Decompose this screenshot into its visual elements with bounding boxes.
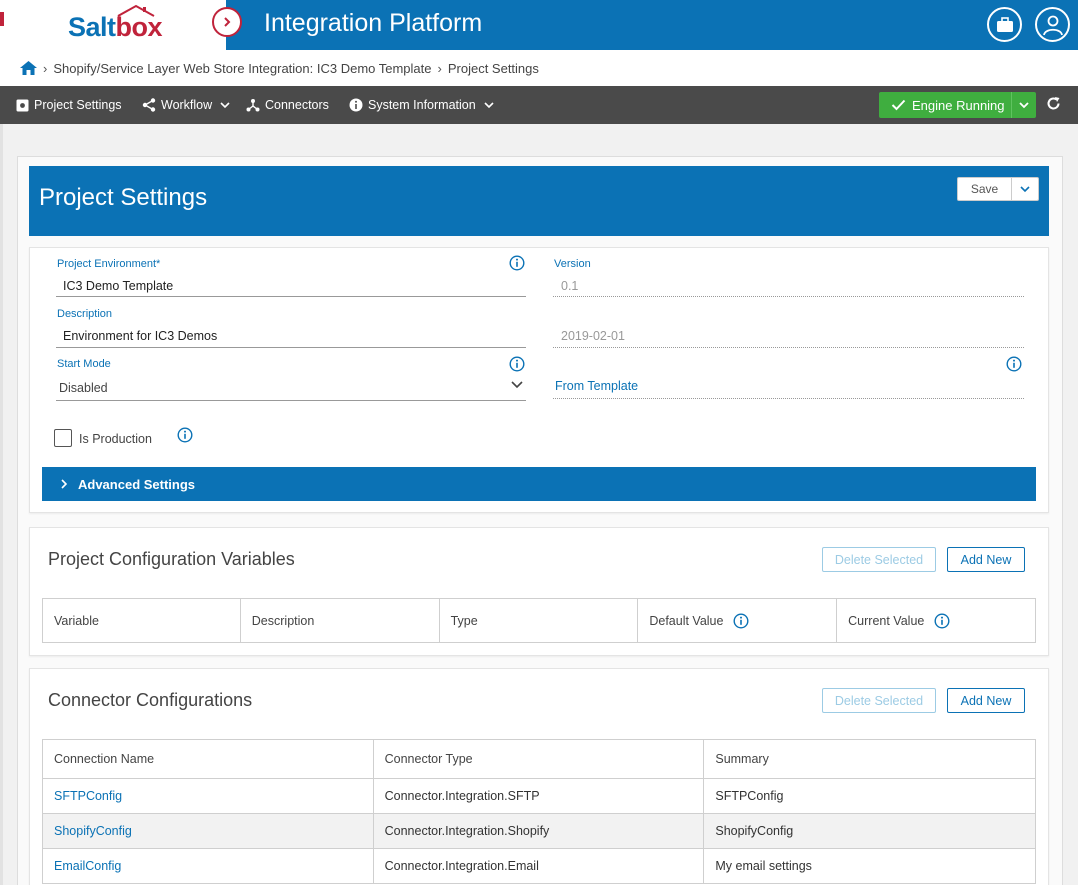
connector-type-cell: Connector.Integration.Email: [372, 848, 705, 884]
config-variables-table: Variable Description Type Default Value …: [42, 598, 1036, 643]
delete-selected-connectors-button[interactable]: Delete Selected: [822, 688, 936, 713]
toolbar-connectors[interactable]: Connectors: [246, 86, 329, 124]
from-template-link[interactable]: From Template: [555, 379, 638, 393]
app-title: Integration Platform: [264, 9, 483, 37]
briefcase-icon: [996, 16, 1013, 32]
column-header-connector-type[interactable]: Connector Type: [372, 739, 705, 779]
sidebar-expand-button[interactable]: [212, 7, 242, 37]
description-field[interactable]: Environment for IC3 Demos: [63, 329, 217, 343]
start-mode-select[interactable]: Disabled: [59, 381, 108, 395]
connector-type-cell: Connector.Integration.Shopify: [372, 813, 705, 849]
info-icon[interactable]: [733, 612, 749, 629]
is-production-checkbox[interactable]: [54, 429, 72, 447]
chevron-down-icon: [484, 102, 494, 109]
description-label: Description: [57, 308, 113, 320]
logo-strip: [0, 12, 4, 26]
project-settings-header: Project Settings Save: [29, 166, 1049, 236]
toolbar-workflow[interactable]: Workflow: [142, 86, 230, 124]
connection-name-cell[interactable]: SFTPConfig: [42, 778, 374, 814]
breadcrumb-separator: ›: [437, 60, 442, 76]
column-header-default-value[interactable]: Default Value: [637, 598, 838, 643]
briefcase-button[interactable]: [987, 7, 1022, 42]
connection-name-cell[interactable]: EmailConfig: [42, 848, 374, 884]
save-button[interactable]: Save: [957, 177, 1012, 201]
connector-configs-table: Connection Name Connector Type Summary S…: [42, 739, 1036, 884]
chevron-down-icon: [220, 102, 230, 109]
page-left-edge: [0, 124, 3, 885]
connectors-icon: [246, 99, 260, 112]
toolbar-project-settings[interactable]: Project Settings: [16, 86, 122, 124]
delete-selected-variables-button[interactable]: Delete Selected: [822, 547, 936, 572]
info-icon[interactable]: [1006, 356, 1022, 372]
table-header-row: Connection Name Connector Type Summary: [42, 739, 1036, 779]
connector-configs-title: Connector Configurations: [48, 690, 253, 710]
breadcrumb-item-project[interactable]: Shopify/Service Layer Web Store Integrat…: [53, 61, 431, 76]
engine-status-main[interactable]: Engine Running: [879, 92, 1011, 118]
version-underline: [553, 296, 1024, 297]
table-row[interactable]: EmailConfig Connector.Integration.Email …: [42, 848, 1036, 884]
table-header-row: Variable Description Type Default Value …: [42, 598, 1036, 643]
summary-cell: SFTPConfig: [703, 778, 1036, 814]
refresh-icon[interactable]: [1046, 96, 1061, 111]
summary-cell: My email settings: [703, 848, 1036, 884]
engine-status-button[interactable]: Engine Running: [879, 92, 1036, 118]
table-row[interactable]: SFTPConfig Connector.Integration.SFTP SF…: [42, 778, 1036, 814]
connection-name-cell[interactable]: ShopifyConfig: [42, 813, 374, 849]
environment-label: Project Environment*: [57, 258, 161, 270]
start-mode-label: Start Mode: [57, 358, 111, 370]
chevron-right-icon: [61, 479, 68, 489]
start-mode-underline: [56, 400, 526, 401]
table-row[interactable]: ShopifyConfig Connector.Integration.Shop…: [42, 813, 1036, 849]
chevron-down-icon: [1019, 102, 1029, 109]
add-new-variable-button[interactable]: Add New: [947, 547, 1025, 572]
chevron-right-icon: [224, 17, 231, 27]
environment-field[interactable]: IC3 Demo Template: [63, 279, 173, 293]
info-icon[interactable]: [509, 255, 525, 271]
breadcrumb-separator: ›: [43, 60, 48, 76]
breadcrumb: › Shopify/Service Layer Web Store Integr…: [0, 50, 1078, 86]
version-field: 0.1: [561, 279, 579, 293]
share-icon: [142, 98, 156, 112]
check-icon: [891, 99, 906, 111]
user-button[interactable]: [1035, 7, 1070, 42]
info-icon[interactable]: [509, 356, 525, 372]
info-icon[interactable]: [934, 612, 950, 629]
engine-status-dropdown[interactable]: [1011, 92, 1036, 118]
logo: Saltbox: [68, 12, 163, 42]
column-header-description[interactable]: Description: [239, 598, 440, 643]
environment-underline: [56, 296, 526, 297]
date-underline: [553, 347, 1024, 348]
info-icon[interactable]: [177, 427, 193, 443]
config-variables-title: Project Configuration Variables: [48, 549, 295, 569]
add-new-connector-button[interactable]: Add New: [947, 688, 1025, 713]
description-underline: [56, 347, 526, 348]
column-header-current-value[interactable]: Current Value: [836, 598, 1036, 643]
column-header-summary[interactable]: Summary: [703, 739, 1036, 779]
settings-box-icon: [16, 99, 29, 111]
is-production-label: Is Production: [79, 432, 152, 446]
date-field: 2019-02-01: [561, 329, 625, 343]
column-header-variable[interactable]: Variable: [42, 598, 241, 643]
save-dropdown-button[interactable]: [1012, 177, 1039, 201]
save-button-group: Save: [957, 177, 1039, 201]
breadcrumb-item-current: Project Settings: [447, 60, 539, 76]
page-title: Project Settings: [39, 184, 208, 211]
column-header-connection-name[interactable]: Connection Name: [42, 739, 374, 779]
column-header-type[interactable]: Type: [438, 598, 639, 643]
logo-container[interactable]: Saltbox: [0, 0, 226, 50]
connector-type-cell: Connector.Integration.SFTP: [372, 778, 705, 814]
advanced-settings-toggle[interactable]: Advanced Settings: [42, 467, 1036, 501]
user-icon: [1042, 15, 1063, 35]
chevron-down-icon[interactable]: [511, 380, 523, 389]
summary-cell: ShopifyConfig: [703, 813, 1036, 849]
info-icon: [349, 98, 363, 112]
app-header: Saltbox Integration Platform: [0, 0, 1078, 50]
chevron-down-icon: [1020, 186, 1030, 193]
template-underline: [553, 398, 1024, 399]
home-icon[interactable]: [20, 61, 37, 75]
toolbar-system-information[interactable]: System Information: [349, 86, 494, 124]
version-label: Version: [554, 258, 591, 270]
